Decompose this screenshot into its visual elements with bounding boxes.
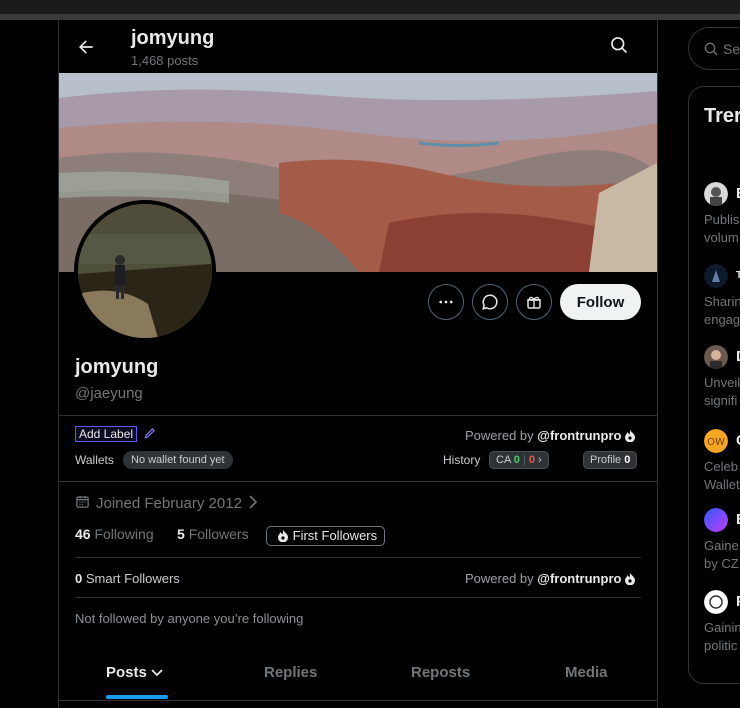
divider xyxy=(75,597,641,598)
profile-handle: @jaeyung xyxy=(75,385,143,402)
divider xyxy=(75,557,641,558)
profile-avatar[interactable] xyxy=(74,200,216,342)
profile-tabs: Posts Replies Reposts Media xyxy=(59,645,657,701)
ca-history-pill[interactable]: CA 0 | 0 › xyxy=(489,451,549,469)
sidebar-search-input[interactable]: Sea xyxy=(688,27,740,70)
pencil-icon[interactable] xyxy=(143,426,157,440)
trend-item[interactable]: D Unveil signifi xyxy=(689,345,740,415)
avatar xyxy=(704,264,728,288)
followers-link[interactable]: 5 Followers xyxy=(177,526,249,542)
frontrun-logo-icon xyxy=(277,529,289,543)
trends-panel: Trer B Publis volum T Sharin engag D Unv… xyxy=(688,86,740,684)
trend-item[interactable]: T Sharin engag xyxy=(689,264,740,334)
chevron-right-icon: › xyxy=(538,454,542,466)
avatar xyxy=(704,182,728,206)
trends-title: Trer xyxy=(704,105,740,127)
joined-date[interactable]: Joined February 2012 xyxy=(75,494,258,513)
trend-item[interactable]: P Gainin politic xyxy=(689,590,740,660)
wallets-label: Wallets xyxy=(75,453,114,467)
chevron-right-icon xyxy=(248,494,258,513)
trend-item[interactable]: OW C Celeb Wallet xyxy=(689,429,740,499)
profile-history-pill[interactable]: Profile 0 xyxy=(583,451,638,469)
divider xyxy=(59,700,657,701)
svg-text:OW: OW xyxy=(707,437,725,448)
active-tab-indicator xyxy=(106,695,168,699)
tab-posts[interactable]: Posts xyxy=(106,664,163,681)
chevron-down-icon xyxy=(151,664,163,681)
history-label: History xyxy=(443,453,481,467)
tab-media[interactable]: Media xyxy=(565,664,608,681)
avatar xyxy=(704,590,728,614)
wallet-status-pill: No wallet found yet xyxy=(123,451,233,469)
header-name: jomyung xyxy=(131,27,215,49)
header-post-count: 1,468 posts xyxy=(131,53,199,68)
back-arrow-icon[interactable] xyxy=(71,32,101,62)
tab-reposts[interactable]: Reposts xyxy=(411,664,470,681)
smart-followers[interactable]: 0 Smart Followers xyxy=(75,571,180,586)
first-followers-button[interactable]: First Followers xyxy=(266,526,386,546)
browser-top-bar xyxy=(0,0,740,20)
avatar xyxy=(704,345,728,369)
subscribe-gift-button[interactable] xyxy=(516,284,552,320)
profile-header: jomyung 1,468 posts xyxy=(59,20,657,73)
frontrun-logo-icon xyxy=(624,429,636,443)
avatar: OW xyxy=(704,429,728,453)
trend-item[interactable]: B Publis volum xyxy=(689,182,740,252)
divider xyxy=(59,415,657,416)
add-label-button[interactable]: Add Label xyxy=(75,426,138,442)
message-button[interactable] xyxy=(472,284,508,320)
frontrun-logo-icon xyxy=(624,572,636,586)
trend-item[interactable]: B Gaine by CZ xyxy=(689,508,740,578)
following-link[interactable]: 46 Following xyxy=(75,526,154,542)
profile-column: jomyung 1,468 posts Follow jomyung @jaey… xyxy=(58,20,658,708)
tab-replies[interactable]: Replies xyxy=(264,664,317,681)
powered-by-frontrun[interactable]: Powered by @frontrunpro xyxy=(465,571,636,586)
not-followed-notice: Not followed by anyone you’re following xyxy=(75,611,304,626)
more-options-button[interactable] xyxy=(428,284,464,320)
search-icon[interactable] xyxy=(609,35,633,59)
powered-by-frontrun[interactable]: Powered by @frontrunpro xyxy=(465,428,636,443)
calendar-icon xyxy=(75,494,90,513)
follow-button[interactable]: Follow xyxy=(560,284,641,320)
avatar xyxy=(704,508,728,532)
profile-name: jomyung xyxy=(75,356,159,378)
divider xyxy=(59,481,657,482)
search-icon xyxy=(703,41,719,62)
